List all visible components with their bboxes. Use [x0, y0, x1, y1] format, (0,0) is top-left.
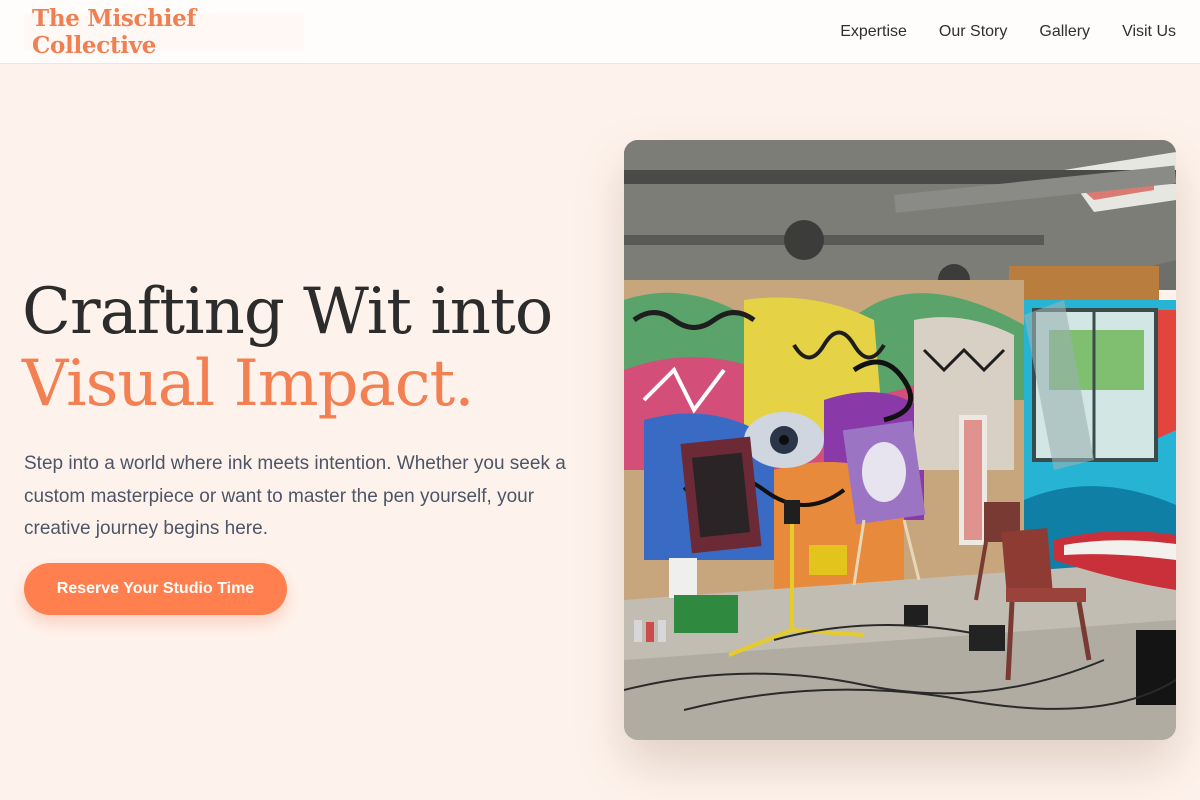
top-navbar: The Mischief Collective Expertise Our St… [0, 0, 1200, 64]
hero-title-line1: Crafting Wit into [22, 275, 553, 349]
hero-description: Step into a world where ink meets intent… [24, 453, 566, 539]
nav-link-expertise[interactable]: Expertise [840, 23, 907, 41]
hero-title: Crafting Wit into Visual Impact. [22, 276, 602, 420]
brand-logo[interactable]: The Mischief Collective [24, 5, 304, 59]
reserve-studio-button[interactable]: Reserve Your Studio Time [24, 563, 287, 615]
hero-title-line2: Visual Impact. [22, 347, 475, 421]
nav-link-gallery[interactable]: Gallery [1039, 23, 1090, 41]
studio-photo [624, 140, 1176, 740]
nav-link-our-story[interactable]: Our Story [939, 23, 1007, 41]
nav-link-visit-us[interactable]: Visit Us [1122, 23, 1176, 41]
primary-nav: Expertise Our Story Gallery Visit Us [840, 0, 1176, 64]
